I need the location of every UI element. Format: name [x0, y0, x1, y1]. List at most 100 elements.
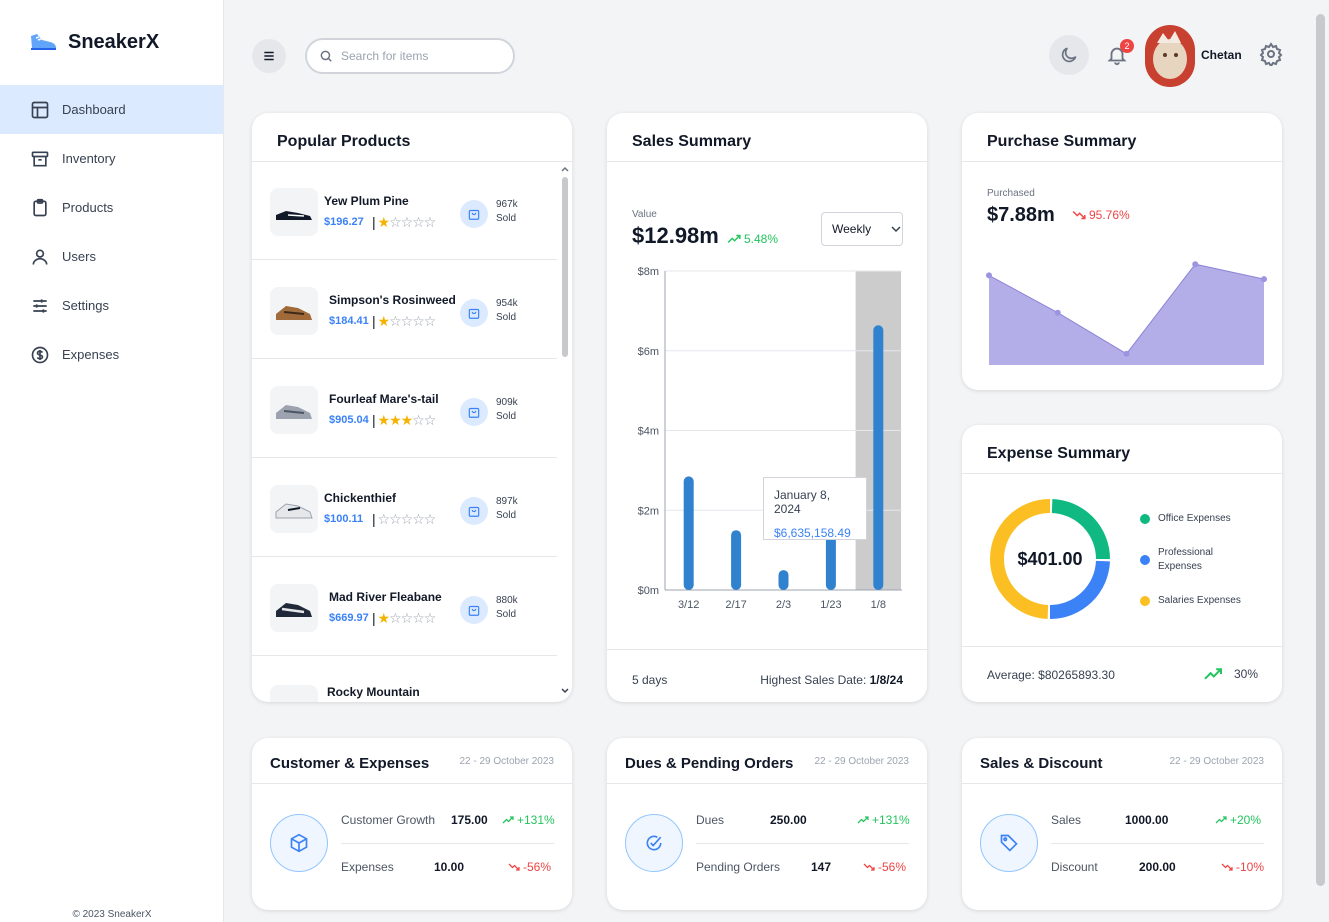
list-item[interactable]: Fourleaf Mare's-tail $905.04 | ★★★☆☆ 909…: [252, 360, 557, 458]
purchase-value: $7.88m: [987, 204, 1055, 226]
star-empty-icon: ☆: [400, 511, 414, 527]
product-name: Chickenthief: [324, 491, 397, 505]
card-title: Customer & Expenses: [270, 755, 430, 772]
card-title: Sales & Discount: [980, 755, 1103, 772]
shopping-bag-icon: [460, 299, 488, 327]
sold-count: 967k Sold: [496, 199, 518, 224]
gear-icon[interactable]: [1259, 42, 1283, 66]
search-icon: [320, 50, 332, 62]
bar: [873, 325, 884, 590]
notification-badge: 2: [1120, 39, 1134, 53]
sales-discount-card: Sales & Discount 22 - 29 October 2023 Sa…: [962, 738, 1282, 910]
period-select[interactable]: Weekly: [821, 212, 903, 246]
sidebar-item-settings[interactable]: Settings: [0, 281, 223, 330]
chevron-down-icon: [891, 226, 901, 233]
date-range: 22 - 29 October 2023: [814, 756, 909, 767]
list-item[interactable]: Simpson's Rosinweed $184.41 | ★☆☆☆☆ 954k…: [252, 261, 557, 359]
date-range: 22 - 29 October 2023: [1169, 756, 1264, 767]
star-empty-icon: ☆: [423, 214, 437, 230]
list-item[interactable]: Yew Plum Pine $196.27 | ★☆☆☆☆ 967k Sold: [252, 162, 557, 260]
list-item[interactable]: Rocky Mountain: [252, 657, 557, 702]
stat-label: Pending Orders: [696, 860, 781, 874]
purchase-change: 95.76%: [1072, 208, 1130, 222]
list-item[interactable]: Mad River Fleabane $669.97 | ★☆☆☆☆ 880k S…: [252, 558, 557, 656]
product-name: Simpson's Rosinweed: [329, 293, 456, 307]
search-input[interactable]: [341, 49, 501, 63]
sidebar-item-expenses[interactable]: Expenses: [0, 330, 223, 379]
star-filled-icon: ★: [377, 313, 391, 329]
legend-dot: [1140, 555, 1150, 565]
sales-bar-chart: $0m $2m $4m $6m $8m 3/12 2/17 2/3 1/23 1/8: [638, 266, 902, 611]
expense-total: $401.00: [1017, 549, 1083, 569]
scrollbar-thumb[interactable]: [562, 177, 568, 357]
legend-dot: [1140, 513, 1150, 524]
sidebar-item-inventory[interactable]: Inventory: [0, 134, 223, 183]
sales-summary-card: Sales Summary Value $12.98m 5.48% Weekly…: [607, 113, 927, 702]
x-tick-label: 3/12: [678, 599, 699, 611]
list-item[interactable]: Chickenthief $100.11 | ☆☆☆☆☆ 897k Sold: [252, 459, 557, 557]
menu-toggle-button[interactable]: [252, 39, 286, 73]
search-bar[interactable]: [305, 38, 515, 74]
page-scrollbar[interactable]: [1313, 0, 1329, 922]
stat-value: 10.00: [434, 860, 465, 874]
star-empty-icon: ☆: [412, 412, 425, 428]
tooltip-value: $6,635,158.49: [774, 526, 851, 540]
product-price: $196.27: [324, 216, 364, 228]
y-tick-label: $8m: [638, 266, 659, 278]
scroll-up-icon[interactable]: [559, 164, 571, 174]
stat-change: -10%: [1221, 860, 1264, 874]
x-tick-label: 1/8: [871, 599, 886, 611]
value-label: Value: [632, 209, 657, 220]
app-name: SneakerX: [68, 30, 160, 53]
stat-change: +131%: [857, 813, 910, 827]
shopping-bag-icon: [460, 596, 488, 624]
star-filled-icon: ★: [377, 610, 391, 626]
chart-tooltip: January 8, 2024 $6,635,158.49: [763, 477, 867, 540]
y-tick-label: $4m: [638, 426, 659, 438]
product-name: Fourleaf Mare's-tail: [329, 392, 439, 406]
legend-item: Salaries Expenses: [1140, 595, 1241, 606]
purchase-summary-card: Purchase Summary Purchased $7.88m 95.76%: [962, 113, 1282, 390]
date-range: 22 - 29 October 2023: [459, 756, 554, 767]
product-price: $905.04: [329, 414, 369, 426]
purchase-area-chart: [986, 261, 1267, 365]
product-list[interactable]: Yew Plum Pine $196.27 | ★☆☆☆☆ 967k Sold S…: [252, 162, 557, 702]
y-tick-label: $2m: [638, 505, 659, 517]
star-empty-icon: ☆: [400, 214, 414, 230]
sliders-icon: [33, 298, 47, 313]
star-empty-icon: ☆: [423, 412, 437, 428]
stat-change: +20%: [1215, 813, 1261, 827]
trend-down-icon: [1221, 863, 1233, 871]
sidebar-item-label: Users: [62, 249, 96, 264]
sidebar-item-products[interactable]: Products: [0, 183, 223, 232]
tooltip-date: January 8, 2024: [774, 488, 831, 516]
page-scrollbar-thumb[interactable]: [1316, 14, 1325, 886]
sidebar-item-label: Expenses: [62, 347, 120, 362]
scroll-down-icon[interactable]: [559, 686, 571, 696]
legend-item: Professional Expenses: [1140, 546, 1228, 574]
sidebar-item-label: Settings: [62, 298, 109, 313]
y-tick-label: $0m: [638, 585, 659, 597]
x-tick-label: 2/17: [725, 599, 746, 611]
star-empty-icon: ☆: [423, 313, 437, 329]
sidebar-item-users[interactable]: Users: [0, 232, 223, 281]
area-series: [989, 264, 1264, 365]
logo[interactable]: SneakerX: [28, 30, 159, 54]
sold-count: 909k Sold: [496, 397, 518, 422]
stat-label: Discount: [1051, 860, 1098, 874]
star-empty-icon: ☆: [389, 511, 402, 527]
star-empty-icon: ☆: [412, 214, 425, 230]
sales-value: $12.98m: [632, 223, 719, 248]
x-tick-label: 1/23: [820, 599, 841, 611]
trend-down-icon: [508, 863, 520, 871]
trend-down-icon: [1072, 210, 1086, 220]
sales-change: 5.48%: [727, 232, 778, 246]
package-icon: [270, 814, 328, 872]
y-tick-label: $6m: [638, 346, 659, 358]
avatar[interactable]: [1145, 25, 1195, 87]
star-filled-icon: ★: [389, 412, 402, 428]
theme-toggle-button[interactable]: [1049, 35, 1089, 75]
legend-item: Office Expenses: [1140, 513, 1231, 524]
sidebar-item-dashboard[interactable]: Dashboard: [0, 85, 223, 134]
scrollbar[interactable]: [559, 164, 571, 696]
